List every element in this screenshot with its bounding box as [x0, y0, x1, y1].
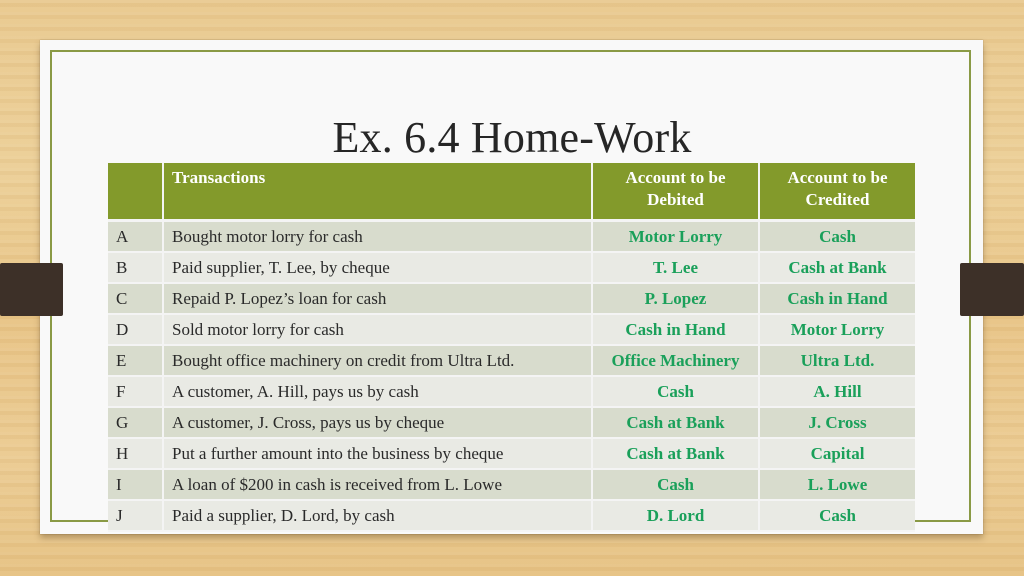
credit-account-cell: Capital — [759, 438, 915, 470]
row-id: H — [108, 438, 164, 470]
debit-account-cell: Cash at Bank — [592, 438, 760, 470]
row-id: A — [108, 220, 164, 253]
header-debit: Account to be Debited — [592, 163, 760, 222]
table-row: FA customer, A. Hill, pays us by cash Cas… — [108, 376, 915, 408]
table-header-row: Transactions Account to be Debited Accou… — [108, 163, 915, 222]
right-side-tab — [960, 263, 1024, 316]
transactions-table: Transactions Account to be Debited Accou… — [108, 163, 915, 532]
row-id: B — [108, 252, 164, 284]
table-row: D Sold motor lorry for cash Cash in Hand Mo… — [108, 314, 915, 346]
credit-account-cell: J. Cross — [759, 407, 915, 439]
table-row: J Paid a supplier, D. Lord, by cash D. Lor… — [108, 500, 915, 532]
transaction-cell: A customer, A. Hill, pays us by cash — [163, 376, 593, 408]
left-side-tab — [0, 263, 63, 316]
debit-account-cell: Cash in Hand — [592, 314, 760, 346]
transaction-cell: Sold motor lorry for cash — [163, 314, 593, 346]
transaction-cell: Repaid P. Lopez’s loan for cash — [163, 283, 593, 315]
header-transactions: Transactions — [163, 163, 593, 222]
row-id: J — [108, 500, 164, 532]
transaction-cell: Paid supplier, T. Lee, by cheque — [163, 252, 593, 284]
transaction-cell: A customer, J. Cross, pays us by cheque — [163, 407, 593, 439]
table-row: GA customer, J. Cross, pays us by cheque… — [108, 407, 915, 439]
debit-account-cell: Cash — [592, 376, 760, 408]
row-id: I — [108, 469, 164, 501]
credit-account-cell: Ultra Ltd. — [759, 345, 915, 377]
transaction-cell: A loan of $200 in cash is received from … — [163, 469, 593, 501]
slide-title: Ex. 6.4 Home-Work — [332, 113, 692, 162]
transaction-cell: Bought motor lorry for cash — [163, 220, 593, 253]
debit-account-cell: D. Lord — [592, 500, 760, 532]
credit-account-cell: Motor Lorry — [759, 314, 915, 346]
table-row: A Bought motor lorry for cash Motor Lorry C… — [108, 220, 915, 253]
credit-account-cell: Cash — [759, 500, 915, 532]
row-id: F — [108, 376, 164, 408]
debit-account-cell: T. Lee — [592, 252, 760, 284]
row-id: G — [108, 407, 164, 439]
credit-account-cell: Cash in Hand — [759, 283, 915, 315]
header-credit: Account to be Credited — [759, 163, 915, 222]
credit-account-cell: Cash at Bank — [759, 252, 915, 284]
debit-account-cell: Cash at Bank — [592, 407, 760, 439]
credit-account-cell: Cash — [759, 220, 915, 253]
transaction-cell: Bought office machinery on credit from U… — [163, 345, 593, 377]
table-row: B Paid supplier, T. Lee, by cheque T. Lee C… — [108, 252, 915, 284]
row-id: C — [108, 283, 164, 315]
debit-account-cell: Motor Lorry — [592, 220, 760, 253]
credit-account-cell: L. Lowe — [759, 469, 915, 501]
transaction-cell: Put a further amount into the business b… — [163, 438, 593, 470]
table-row: E Bought office machinery on credit from … — [108, 345, 915, 377]
debit-account-cell: Cash — [592, 469, 760, 501]
table-row: H Put a further amount into the business … — [108, 438, 915, 470]
debit-account-cell: P. Lopez — [592, 283, 760, 315]
table-row: IA loan of $200 in cash is received from… — [108, 469, 915, 501]
header-id — [108, 163, 164, 222]
table-row: C Repaid P. Lopez’s loan for cash P. Lopez… — [108, 283, 915, 315]
debit-account-cell: Office Machinery — [592, 345, 760, 377]
row-id: E — [108, 345, 164, 377]
credit-account-cell: A. Hill — [759, 376, 915, 408]
transaction-cell: Paid a supplier, D. Lord, by cash — [163, 500, 593, 532]
row-id: D — [108, 314, 164, 346]
